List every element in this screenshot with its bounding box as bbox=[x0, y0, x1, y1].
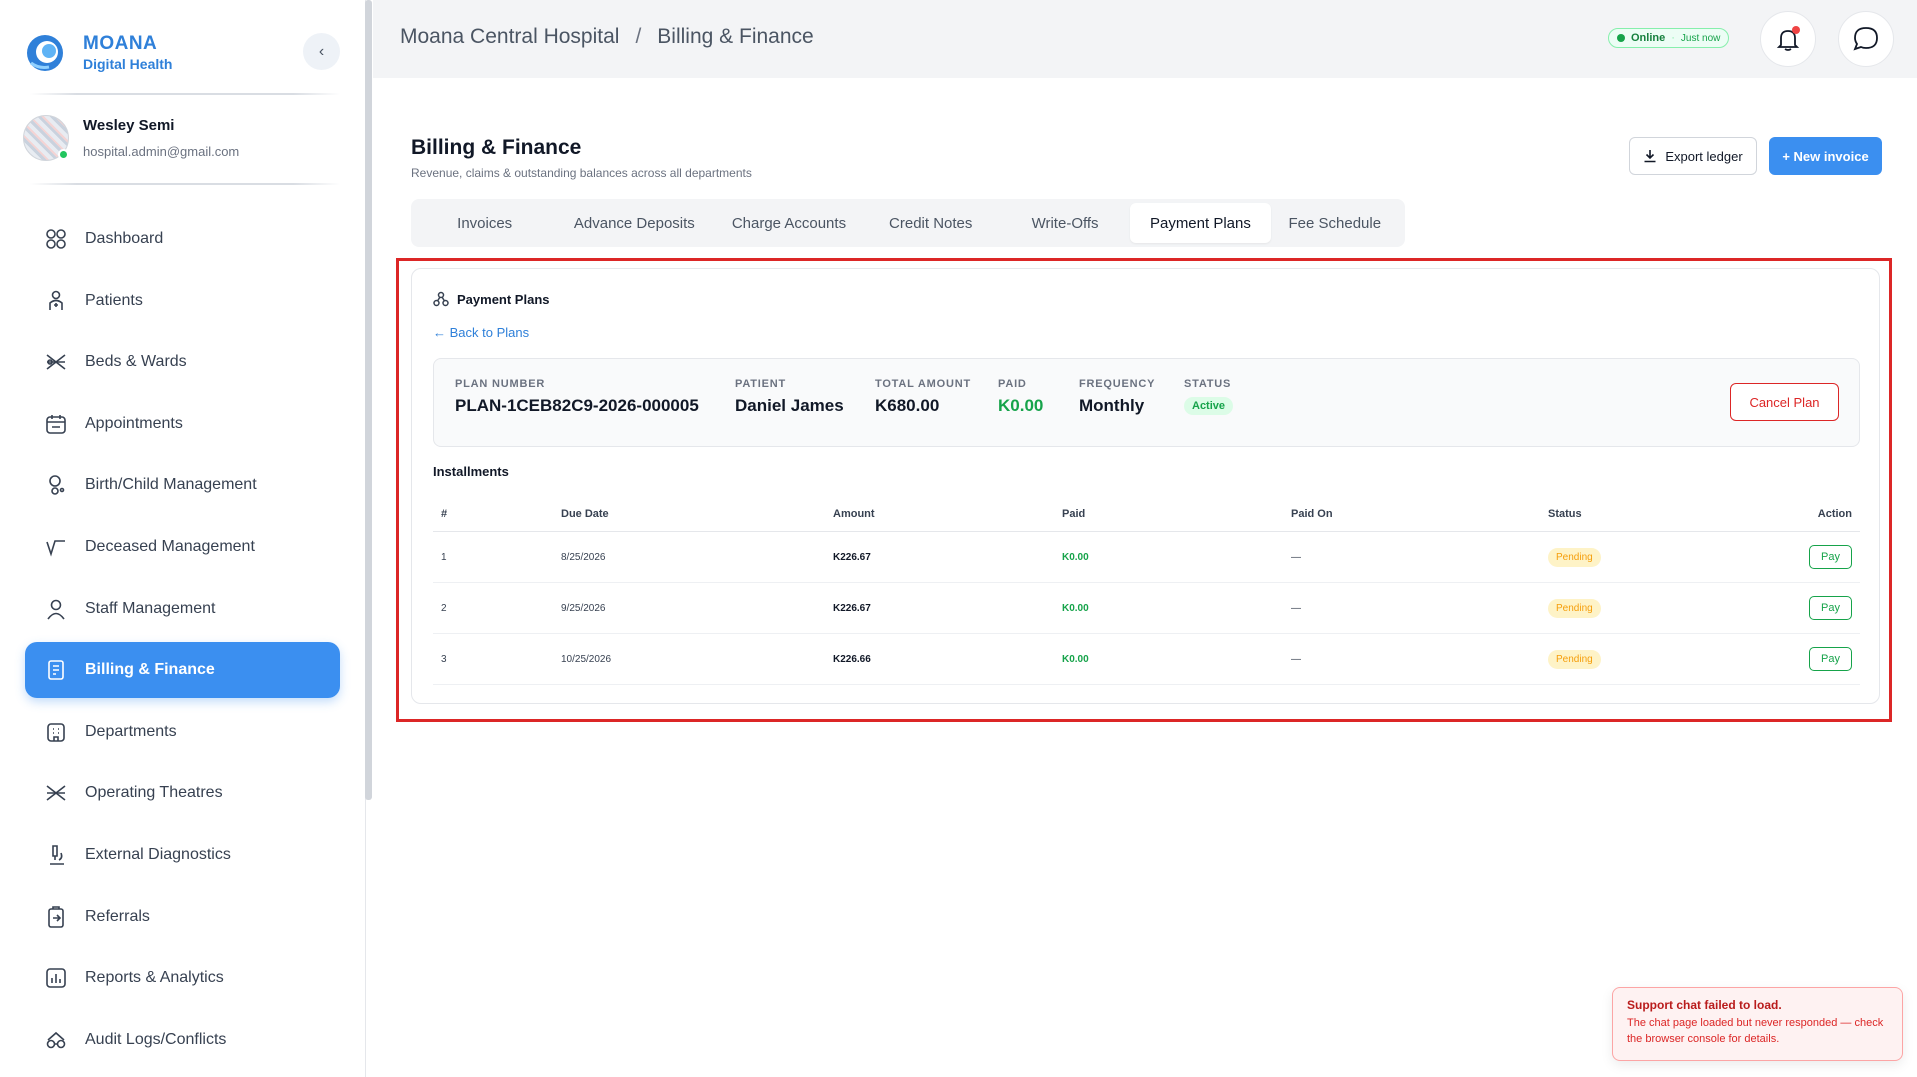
audit-icon bbox=[45, 1029, 67, 1051]
billing-tabs: Invoices Advance Deposits Charge Account… bbox=[411, 199, 1405, 247]
export-ledger-button[interactable]: Export ledger bbox=[1629, 137, 1757, 175]
sidebar-item-billing-finance[interactable]: Billing & Finance bbox=[25, 642, 340, 699]
sidebar-item-label: Patients bbox=[85, 291, 143, 309]
online-dot bbox=[1617, 34, 1625, 42]
baby-icon bbox=[45, 474, 67, 496]
toast-body: The chat page loaded but never responded… bbox=[1627, 1017, 1884, 1045]
pulse-icon bbox=[45, 536, 67, 558]
status-time: Just now bbox=[1680, 32, 1721, 44]
chevron-left-icon: ‹ bbox=[318, 42, 325, 60]
clipboard-icon bbox=[45, 905, 67, 928]
sidebar-item-appointments[interactable]: Appointments bbox=[25, 396, 340, 452]
status-badge: Online · Just now bbox=[1608, 28, 1730, 48]
page-title: Billing & Finance bbox=[411, 136, 582, 159]
grid-icon bbox=[45, 228, 67, 250]
sidebar-item-patients[interactable]: Patients bbox=[25, 273, 340, 329]
notification-dot bbox=[1792, 26, 1800, 34]
sidebar-item-label: Reports & Analytics bbox=[85, 969, 224, 987]
sidebar-item-dashboard[interactable]: Dashboard bbox=[25, 211, 340, 267]
bed-icon bbox=[45, 351, 67, 373]
brand-subtitle: Digital Health bbox=[83, 55, 173, 72]
calendar-icon bbox=[45, 413, 67, 435]
tab-write-offs[interactable]: Write-Offs bbox=[1000, 203, 1130, 243]
new-invoice-button[interactable]: + New invoice bbox=[1769, 137, 1882, 175]
sidebar-item-reports-analytics[interactable]: Reports & Analytics bbox=[25, 950, 340, 1006]
breadcrumb: Moana Central Hospital / Billing & Finan… bbox=[400, 25, 814, 49]
sidebar-scrollbar[interactable] bbox=[365, 0, 372, 800]
top-bar: Moana Central Hospital / Billing & Finan… bbox=[373, 0, 1917, 78]
sidebar-item-external-diagnostics[interactable]: External Diagnostics bbox=[25, 827, 340, 883]
breadcrumb-hospital[interactable]: Moana Central Hospital bbox=[400, 25, 619, 49]
sidebar-item-label: Billing & Finance bbox=[85, 661, 215, 679]
brand[interactable]: MOANA Digital Health bbox=[25, 30, 172, 75]
microscope-icon bbox=[45, 844, 67, 866]
sidebar-item-label: Staff Management bbox=[85, 599, 216, 617]
sidebar-item-label: Appointments bbox=[85, 414, 183, 432]
sidebar-item-departments[interactable]: Departments bbox=[25, 704, 340, 760]
tab-invoices[interactable]: Invoices bbox=[417, 203, 552, 243]
user-name: Wesley Semi bbox=[83, 117, 175, 134]
sidebar-item-label: Dashboard bbox=[85, 230, 164, 247]
sidebar-item-deceased[interactable]: Deceased Management bbox=[25, 519, 340, 575]
brand-name: MOANA bbox=[83, 32, 158, 54]
staff-icon bbox=[45, 598, 67, 620]
breadcrumb-separator: / bbox=[635, 25, 642, 48]
tab-credit-notes[interactable]: Credit Notes bbox=[862, 203, 1000, 243]
notifications-button[interactable] bbox=[1760, 11, 1816, 67]
page-subtitle: Revenue, claims & outstanding balances a… bbox=[411, 166, 752, 180]
patient-icon bbox=[45, 290, 67, 312]
sidebar-item-label: Referrals bbox=[85, 907, 150, 925]
building-icon bbox=[45, 721, 67, 743]
sidebar-item-birth-child[interactable]: Birth/Child Management bbox=[25, 457, 340, 513]
status-label: Online bbox=[1631, 32, 1666, 44]
highlight-outline bbox=[396, 258, 1892, 722]
chat-bubble-icon bbox=[1853, 27, 1878, 51]
sidebar: MOANA Digital Health ‹ Wesley Semi hospi… bbox=[0, 0, 366, 1077]
error-toast[interactable]: Support chat failed to load. The chat pa… bbox=[1612, 987, 1903, 1061]
collapse-sidebar-button[interactable]: ‹ bbox=[303, 33, 340, 70]
toast-title: Support chat failed to load. bbox=[1627, 998, 1782, 1012]
sidebar-item-label: Audit Logs/Conflicts bbox=[85, 1030, 227, 1048]
avatar bbox=[23, 115, 69, 161]
sidebar-item-label: Birth/Child Management bbox=[85, 476, 257, 494]
sidebar-item-beds-wards[interactable]: Beds & Wards bbox=[25, 334, 340, 390]
sidebar-item-staff[interactable]: Staff Management bbox=[25, 581, 340, 637]
status-separator: · bbox=[1671, 32, 1675, 44]
sidebar-item-label: Deceased Management bbox=[85, 537, 255, 555]
tab-fee-schedule[interactable]: Fee Schedule bbox=[1271, 203, 1399, 243]
online-status-dot bbox=[58, 149, 69, 160]
export-ledger-label: Export ledger bbox=[1665, 148, 1743, 164]
divider bbox=[30, 93, 340, 95]
sidebar-item-label: Operating Theatres bbox=[85, 784, 223, 802]
breadcrumb-section: Billing & Finance bbox=[657, 25, 814, 48]
sidebar-item-label: Beds & Wards bbox=[85, 353, 187, 371]
divider bbox=[30, 183, 340, 185]
messages-button[interactable] bbox=[1838, 11, 1894, 67]
theatre-icon bbox=[45, 782, 67, 804]
tab-advance-deposits[interactable]: Advance Deposits bbox=[552, 203, 716, 243]
tab-charge-accounts[interactable]: Charge Accounts bbox=[716, 203, 861, 243]
chart-icon bbox=[45, 967, 67, 989]
sidebar-nav: Dashboard Patients Beds & Wards Appointm… bbox=[25, 211, 340, 1073]
user-profile[interactable]: Wesley Semi hospital.admin@gmail.com bbox=[23, 115, 239, 161]
tab-payment-plans[interactable]: Payment Plans bbox=[1130, 203, 1271, 243]
moana-logo-icon bbox=[27, 34, 63, 71]
sidebar-item-label: External Diagnostics bbox=[85, 845, 231, 863]
sidebar-item-operating-theatres[interactable]: Operating Theatres bbox=[25, 765, 340, 821]
receipt-icon bbox=[45, 659, 67, 681]
sidebar-item-label: Departments bbox=[85, 722, 177, 740]
sidebar-item-referrals[interactable]: Referrals bbox=[25, 889, 340, 945]
user-email: hospital.admin@gmail.com bbox=[83, 143, 240, 159]
download-icon bbox=[1644, 150, 1656, 163]
sidebar-item-audit-logs[interactable]: Audit Logs/Conflicts bbox=[25, 1012, 340, 1068]
